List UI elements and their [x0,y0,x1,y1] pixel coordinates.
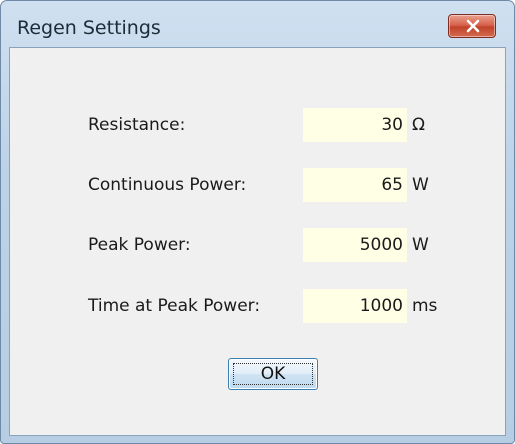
close-button[interactable] [448,14,496,38]
time-at-peak-power-label: Time at Peak Power: [88,296,261,316]
ok-button-label: OK [260,364,286,384]
ok-button[interactable]: OK [228,358,318,390]
regen-settings-dialog: Regen Settings Resistance: 30 Ω Continuo… [0,0,515,444]
close-icon [466,19,480,33]
window-title: Regen Settings [17,17,161,39]
peak-power-unit: W [412,235,429,255]
dialog-content: Resistance: 30 Ω Continuous Power: 65 W … [9,47,506,436]
title-bar[interactable]: Regen Settings [1,1,514,49]
continuous-power-unit: W [412,175,429,195]
resistance-field[interactable]: 30 [303,108,407,142]
peak-power-label: Peak Power: [88,235,191,255]
time-at-peak-power-field[interactable]: 1000 [303,289,407,323]
resistance-unit: Ω [412,115,425,135]
continuous-power-field[interactable]: 65 [303,168,407,202]
continuous-power-label: Continuous Power: [88,175,247,195]
peak-power-field[interactable]: 5000 [303,228,407,262]
time-at-peak-power-unit: ms [412,296,438,316]
resistance-label: Resistance: [88,115,186,135]
